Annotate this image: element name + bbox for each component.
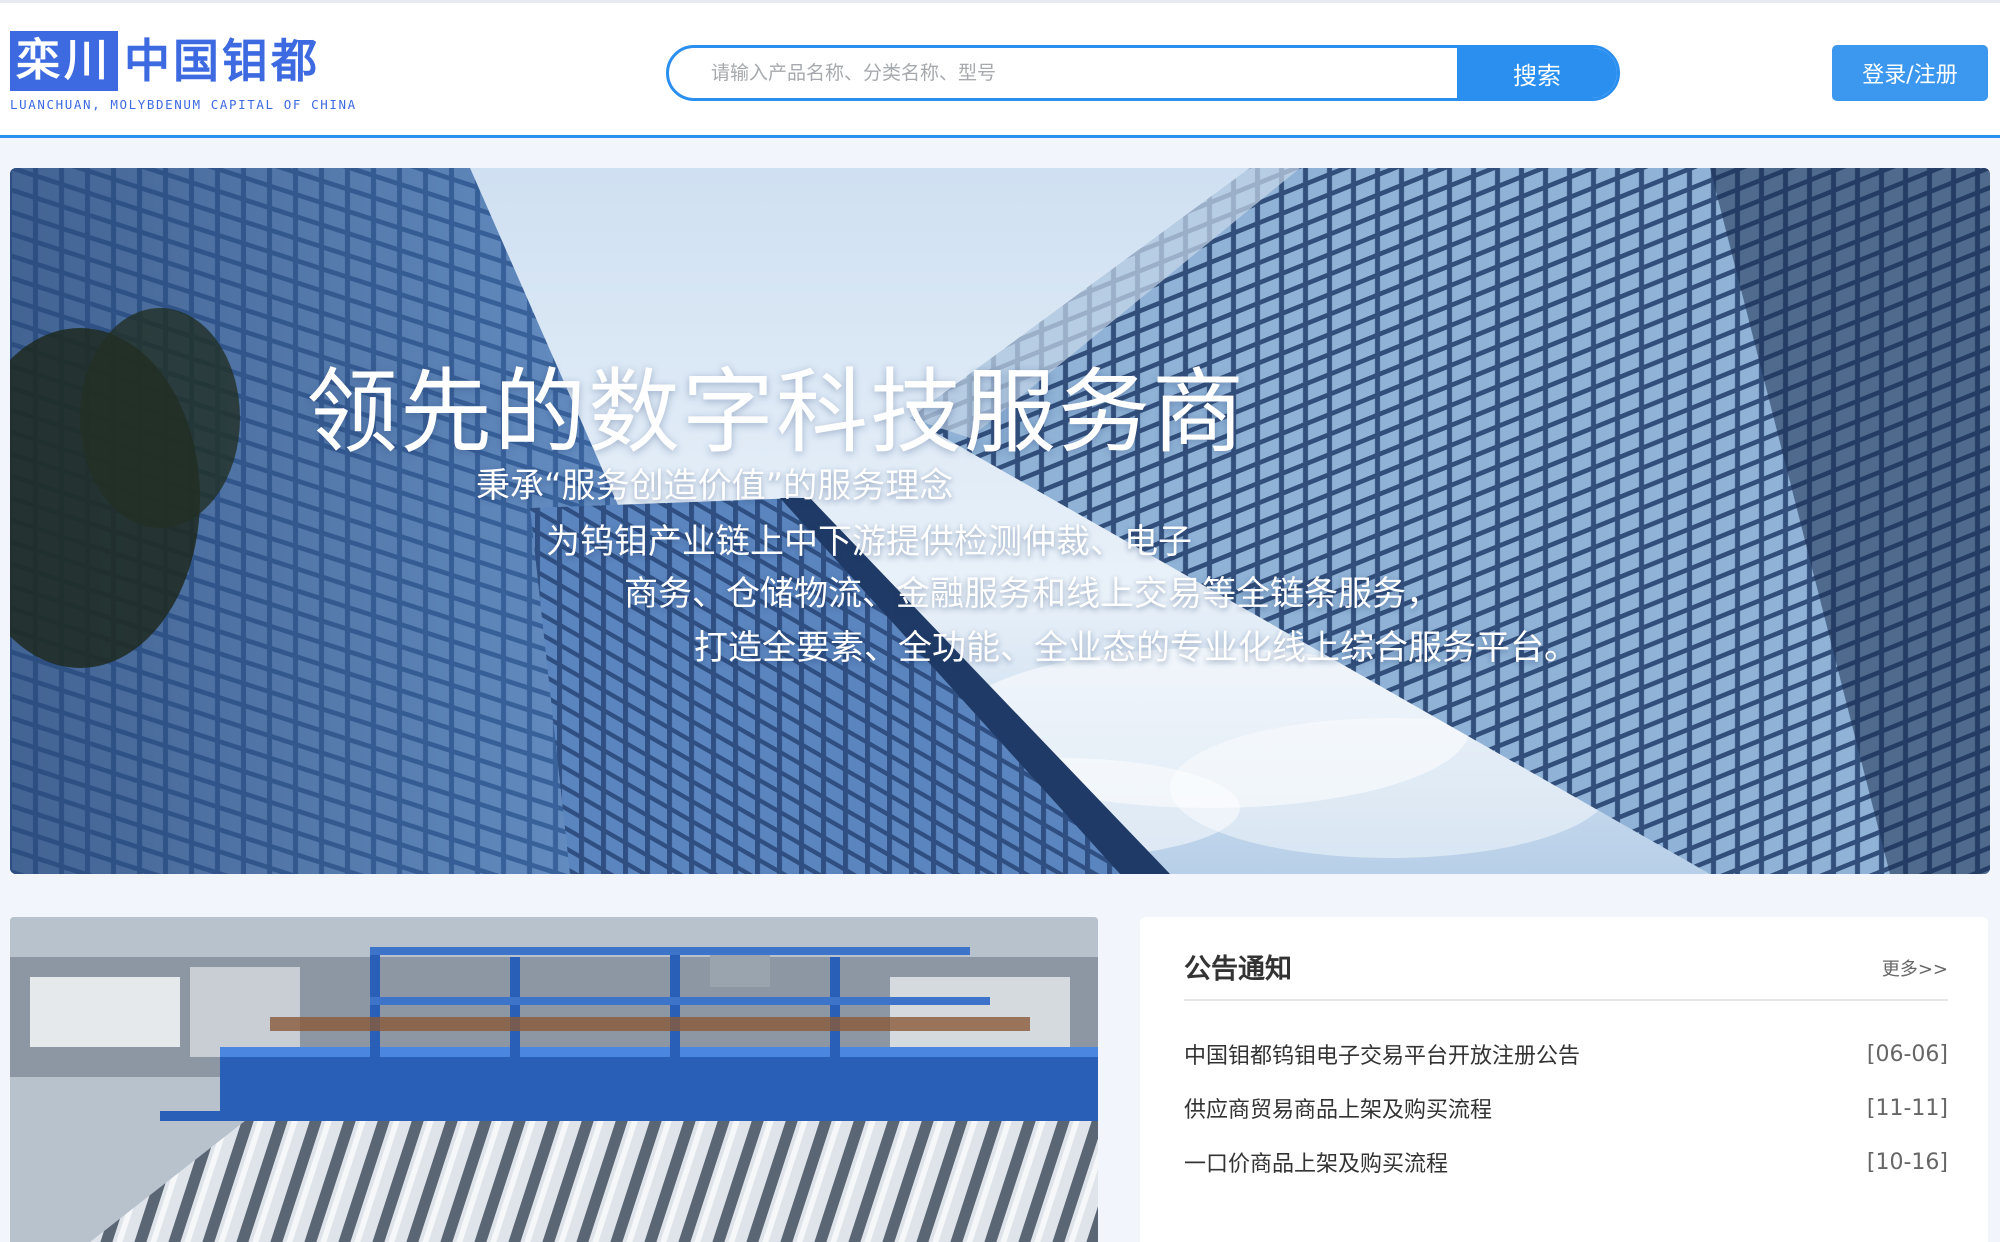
notice-title: 公告通知 (1184, 954, 1292, 985)
login-register-button[interactable]: 登录/注册 (1832, 45, 1988, 101)
notice-item-title: 一口价商品上架及购买流程 (1184, 1152, 1449, 1177)
hero-banner: 领先的数字科技服务商 秉承“服务创造价值”的服务理念 为钨钼产业链上中下游提供检… (10, 168, 1990, 874)
notice-item-date: [11-11] (1866, 1095, 1948, 1121)
banner-title: 领先的数字科技服务商 (306, 359, 1247, 466)
search-input[interactable] (669, 48, 1457, 98)
notice-item-date: [10-16] (1866, 1149, 1948, 1175)
industrial-plant-illustration (10, 917, 1098, 1242)
notice-item-title: 中国钼都钨钼电子交易平台开放注册公告 (1184, 1044, 1581, 1069)
notice-item-title: 供应商贸易商品上架及购买流程 (1184, 1098, 1493, 1123)
search-button[interactable]: 搜索 (1457, 48, 1617, 98)
logo-mark: 栾川 (10, 31, 118, 91)
list-item[interactable]: 中国钼都钨钼电子交易平台开放注册公告 [06-06] (1184, 1027, 1948, 1081)
search-bar: 搜索 (666, 45, 1620, 101)
site-logo[interactable]: 栾川 中国钼都 LUANCHUAN, MOLYBDENUM CAPITAL OF… (10, 31, 357, 117)
list-item[interactable]: 一口价商品上架及购买流程 [10-16] (1184, 1135, 1948, 1189)
site-header: 栾川 中国钼都 LUANCHUAN, MOLYBDENUM CAPITAL OF… (0, 0, 2000, 138)
notice-panel: 公告通知 更多>> 中国钼都钨钼电子交易平台开放注册公告 [06-06] 供应商… (1140, 917, 1988, 1242)
banner-line-2: 为钨钼产业链上中下游提供检测仲裁、电子 (546, 522, 1192, 562)
notice-header: 公告通知 更多>> (1184, 947, 1948, 1001)
more-link[interactable]: 更多>> (1882, 955, 1948, 981)
banner-line-3: 商务、仓储物流、金融服务和线上交易等全链条服务， (624, 574, 1440, 614)
logo-name: 中国钼都 (124, 34, 320, 88)
logo-subtitle: LUANCHUAN, MOLYBDENUM CAPITAL OF CHINA (10, 97, 357, 112)
banner-line-1: 秉承“服务创造价值”的服务理念 (476, 466, 954, 506)
list-item[interactable]: 供应商贸易商品上架及购买流程 [11-11] (1184, 1081, 1948, 1135)
industrial-plant-image[interactable] (10, 917, 1098, 1242)
notice-item-date: [06-06] (1866, 1041, 1948, 1067)
banner-line-4: 打造全要素、全功能、全业态的专业化线上综合服务平台。 (694, 628, 1578, 668)
notice-list: 中国钼都钨钼电子交易平台开放注册公告 [06-06] 供应商贸易商品上架及购买流… (1184, 1027, 1948, 1189)
